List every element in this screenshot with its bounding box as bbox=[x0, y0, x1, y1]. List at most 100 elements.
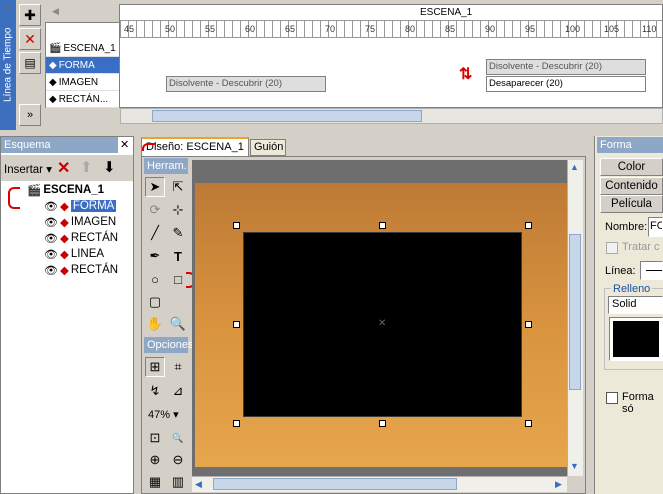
grid-icon[interactable]: ▦ bbox=[145, 472, 165, 492]
layout-icon[interactable]: ▥ bbox=[168, 472, 188, 492]
crop-tool-icon[interactable]: ⊹ bbox=[168, 200, 188, 220]
shape-icon: ◆ bbox=[59, 249, 69, 261]
move-up-icon[interactable]: ⬆ bbox=[80, 158, 93, 176]
layer-escena[interactable]: 🎬 ESCENA_1 bbox=[46, 40, 119, 57]
tree-item-linea[interactable]: 👁 ◆ LINEA bbox=[44, 246, 104, 262]
options-title: Opciones bbox=[144, 337, 193, 353]
eye-icon[interactable]: 👁 bbox=[44, 264, 58, 277]
shape-icon: ◆ bbox=[59, 217, 69, 229]
fill-label: Relleno bbox=[611, 283, 653, 295]
shape-icon: ◆ bbox=[59, 201, 69, 213]
layer-rectan[interactable]: ◆ RECTÁN... bbox=[46, 91, 119, 108]
selection-handle[interactable] bbox=[233, 420, 240, 427]
eye-icon[interactable]: 👁 bbox=[44, 232, 58, 245]
subselect-tool-icon[interactable]: ⇱ bbox=[168, 177, 188, 197]
tree-root[interactable]: 🎬 ESCENA_1 bbox=[27, 182, 104, 198]
insert-dropdown[interactable]: Insertar ▾ bbox=[4, 162, 52, 176]
selection-handle[interactable] bbox=[233, 321, 240, 328]
content-button[interactable]: Contenido bbox=[600, 177, 663, 195]
selection-handle[interactable] bbox=[379, 222, 386, 229]
timeline-panel: Línea de Tiempo ▲ ✚ ✕ ▤ » ◀ 🎬 ESCENA_1 ◆ F… bbox=[0, 0, 663, 132]
timeline-nav-left[interactable]: ◀ bbox=[52, 6, 59, 17]
tree-item-rectan[interactable]: 👁 ◆ RECTÁN bbox=[44, 230, 118, 246]
center-mark-icon: ✕ bbox=[378, 318, 387, 329]
scene-icon: 🎬 bbox=[27, 185, 42, 197]
selection-handle[interactable] bbox=[379, 420, 386, 427]
selection-handle[interactable] bbox=[525, 321, 532, 328]
oval-tool-icon[interactable]: ○ bbox=[145, 269, 165, 289]
annotation-arrow-icon bbox=[142, 143, 156, 151]
zoom-out-icon[interactable]: ⊖ bbox=[168, 450, 188, 470]
zoom-100-icon[interactable]: 🔍 bbox=[168, 428, 188, 448]
clip-transition-right-top[interactable]: Disolvente - Descubrir (20) bbox=[486, 59, 646, 75]
straighten-icon[interactable]: ⊿ bbox=[168, 381, 188, 401]
line-label: Línea: bbox=[605, 265, 636, 277]
hscroll-thumb[interactable] bbox=[213, 478, 457, 490]
layer-forma[interactable]: ◆ FORMA bbox=[46, 57, 119, 74]
properties-button[interactable]: ▤ bbox=[19, 52, 41, 74]
hscroll-right-icon[interactable]: ▶ bbox=[555, 479, 562, 490]
zoom-level[interactable]: 47% ▾ bbox=[148, 408, 179, 421]
treat-checkbox[interactable] bbox=[606, 242, 618, 254]
vscroll-up-icon[interactable]: ▲ bbox=[570, 162, 579, 172]
name-field[interactable]: FO bbox=[648, 217, 663, 237]
zoom-in-icon[interactable]: ⊕ bbox=[145, 450, 165, 470]
fill-color-preview bbox=[613, 321, 659, 357]
selection-handle[interactable] bbox=[525, 420, 532, 427]
rectangle-tool-icon[interactable]: □ bbox=[168, 269, 188, 289]
hand-tool-icon[interactable]: ✋ bbox=[145, 314, 165, 334]
pencil-tool-icon[interactable]: ✎ bbox=[168, 223, 188, 243]
outline-close-icon[interactable]: ✕ bbox=[120, 138, 129, 151]
move-down-icon[interactable]: ⬇ bbox=[103, 158, 116, 176]
tab-design[interactable]: Diseño: ESCENA_1 bbox=[141, 137, 249, 156]
fit-zoom-icon[interactable]: ⊡ bbox=[145, 428, 165, 448]
eye-icon[interactable]: 👁 bbox=[44, 216, 58, 229]
fill-color-swatch[interactable] bbox=[609, 317, 663, 361]
shape-icon: ◆ bbox=[49, 76, 57, 88]
pen-tool-icon[interactable]: ✒ bbox=[145, 246, 165, 266]
text-tool-icon[interactable]: T bbox=[168, 246, 188, 266]
tree-item-forma[interactable]: 👁 ◆ FORMA bbox=[44, 198, 117, 214]
eye-icon[interactable]: 👁 bbox=[44, 200, 58, 213]
rounded-rect-tool-icon[interactable]: ▢ bbox=[145, 292, 165, 312]
clip-transition-left[interactable]: Disolvente - Descubrir (20) bbox=[166, 76, 326, 92]
expand-button[interactable]: » bbox=[19, 104, 41, 126]
properties-title: Forma bbox=[597, 137, 663, 153]
solid-shape-checkbox[interactable] bbox=[606, 392, 618, 404]
delete-icon[interactable]: ✕ bbox=[57, 158, 70, 178]
delete-button[interactable]: ✕ bbox=[19, 28, 41, 50]
fill-type-select[interactable]: Solid bbox=[608, 296, 663, 314]
vscroll-down-icon[interactable]: ▼ bbox=[570, 461, 579, 471]
shape-icon: ◆ bbox=[59, 233, 69, 245]
add-scene-button[interactable]: ✚ bbox=[19, 4, 41, 26]
timeline-collapse-arrow[interactable]: ▲ bbox=[4, 3, 12, 12]
tree-item-rectan-2[interactable]: 👁 ◆ RECTÁN bbox=[44, 262, 118, 278]
shape-icon: ◆ bbox=[49, 93, 57, 105]
layer-imagen[interactable]: ◆ IMAGEN bbox=[46, 74, 119, 91]
timeline-vertical-tab[interactable]: Línea de Tiempo bbox=[0, 0, 16, 130]
snap-objects-icon[interactable]: ⌗ bbox=[168, 357, 188, 377]
shape-icon: ◆ bbox=[49, 59, 57, 71]
clip-desaparecer[interactable]: Desaparecer (20) bbox=[486, 76, 646, 92]
transform-tool-icon[interactable]: ⟳ bbox=[145, 200, 165, 220]
vscroll-thumb[interactable] bbox=[569, 234, 581, 390]
selection-handle[interactable] bbox=[233, 222, 240, 229]
timeline-hscroll-thumb[interactable] bbox=[152, 110, 422, 122]
tree-connector-icon bbox=[8, 187, 20, 209]
smooth-icon[interactable]: ↯ bbox=[145, 381, 165, 401]
hscroll-left-icon[interactable]: ◀ bbox=[195, 479, 202, 490]
zoom-tool-icon[interactable]: 🔍 bbox=[168, 314, 188, 334]
line-style-select[interactable] bbox=[640, 261, 663, 280]
scene-title: ESCENA_1 bbox=[420, 7, 473, 18]
snap-grid-icon[interactable]: ⊞ bbox=[145, 357, 165, 377]
selection-handle[interactable] bbox=[525, 222, 532, 229]
color-button[interactable]: Color bbox=[600, 158, 663, 176]
select-tool-icon[interactable]: ➤ bbox=[145, 177, 165, 197]
tools-title: Herram. bbox=[144, 158, 188, 174]
tab-guion[interactable]: Guión bbox=[250, 139, 286, 156]
outline-title: Esquema bbox=[1, 137, 118, 153]
film-button[interactable]: Película bbox=[600, 195, 663, 213]
line-tool-icon[interactable]: ╱ bbox=[145, 223, 165, 243]
tree-item-imagen[interactable]: 👁 ◆ IMAGEN bbox=[44, 214, 116, 230]
eye-icon[interactable]: 👁 bbox=[44, 248, 58, 261]
